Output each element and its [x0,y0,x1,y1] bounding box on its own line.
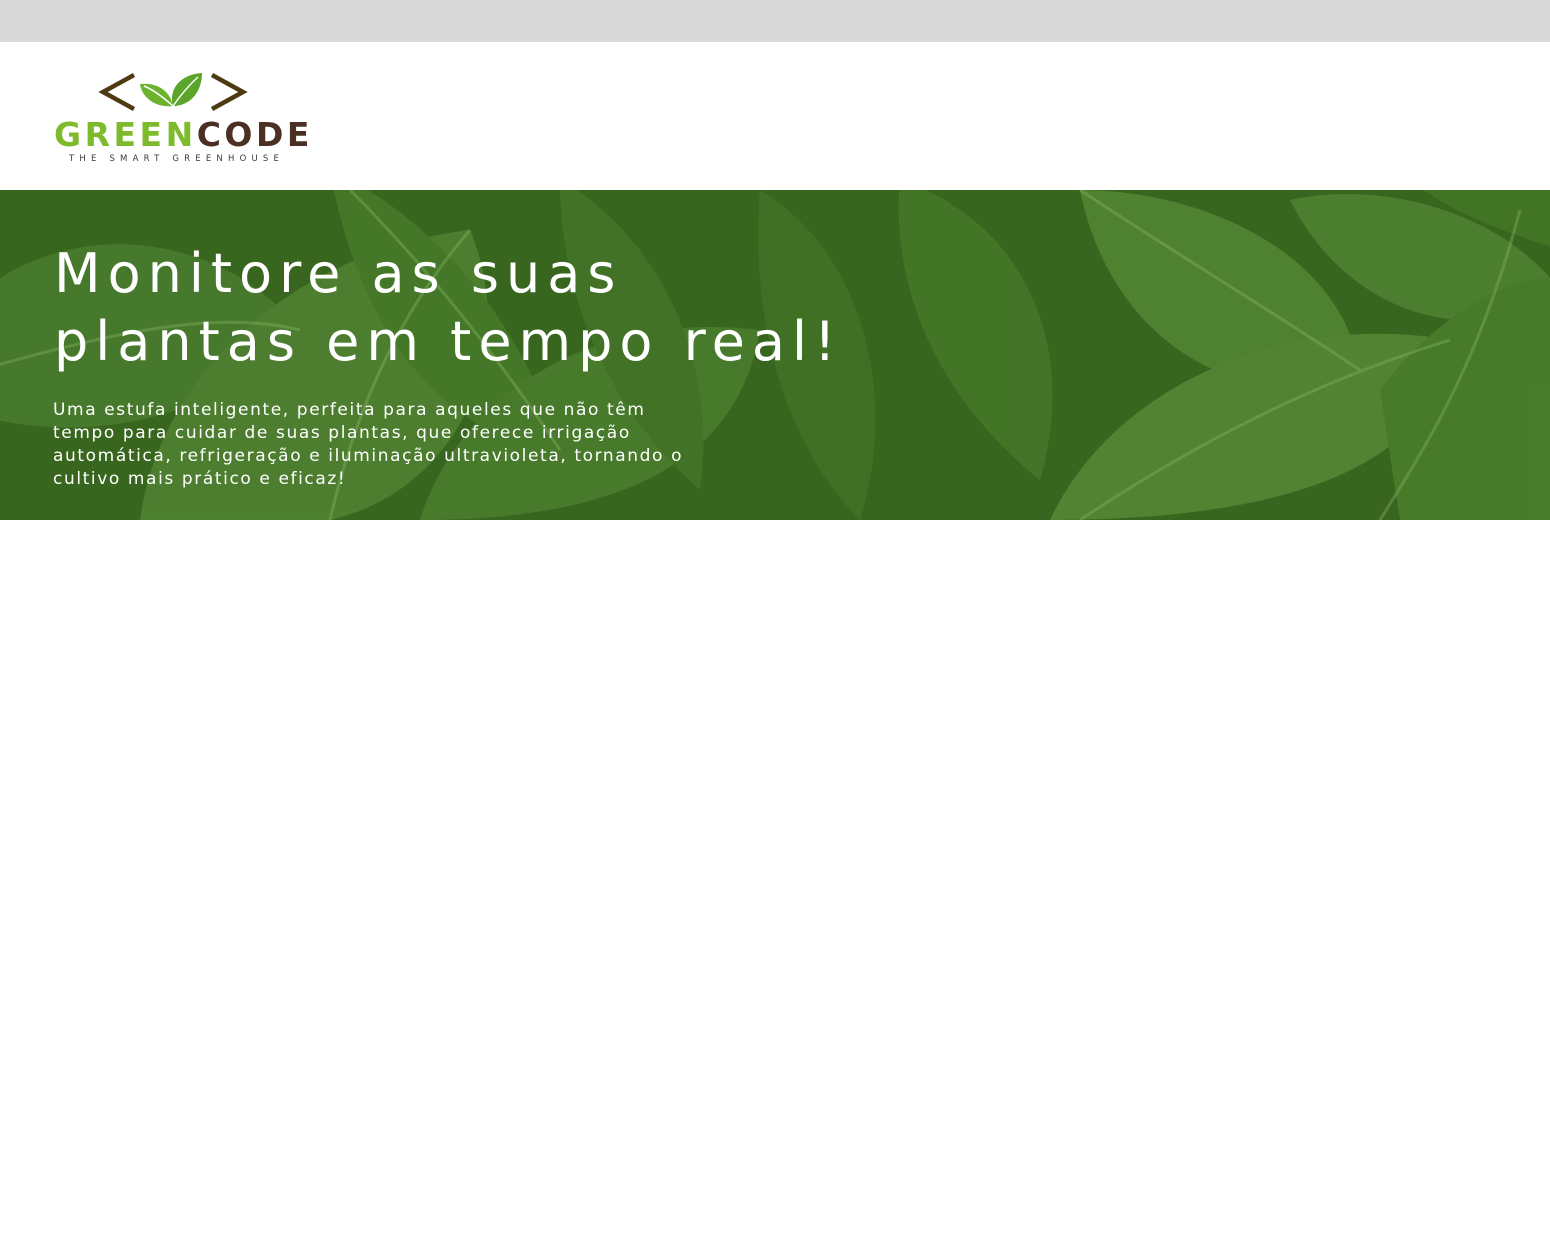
logo-word-green: GREEN [54,115,197,154]
hero-description-line: tempo para cuidar de suas plantas, que o… [53,423,631,443]
logo-word-brown: CODE [196,115,313,154]
site-header: GREENCODE THE SMART GREENHOUSE [0,42,1550,190]
hero-description: Uma estufa inteligente, perfeita para aq… [53,399,913,491]
hero-banner: Monitore as suas plantas em tempo real! … [0,190,1550,520]
logo-tagline: THE SMART GREENHOUSE [69,154,285,164]
hero-title-line: Monitore as suas [54,242,623,305]
hero-description-line: cultivo mais prático e eficaz! [53,469,347,489]
hero-description-line: Uma estufa inteligente, perfeita para aq… [53,400,646,420]
top-bar [0,0,1550,42]
logo-wordmark: GREENCODE [54,116,313,154]
code-brackets-leaf-icon [98,73,248,111]
page-content [0,520,1550,1252]
logo-link[interactable]: GREENCODE THE SMART GREENHOUSE [54,72,309,168]
hero-title-line: plantas em tempo real! [54,310,843,373]
hero-description-line: automática, refrigeração e iluminação ul… [53,446,684,466]
hero-title: Monitore as suas plantas em tempo real! [54,240,1054,376]
